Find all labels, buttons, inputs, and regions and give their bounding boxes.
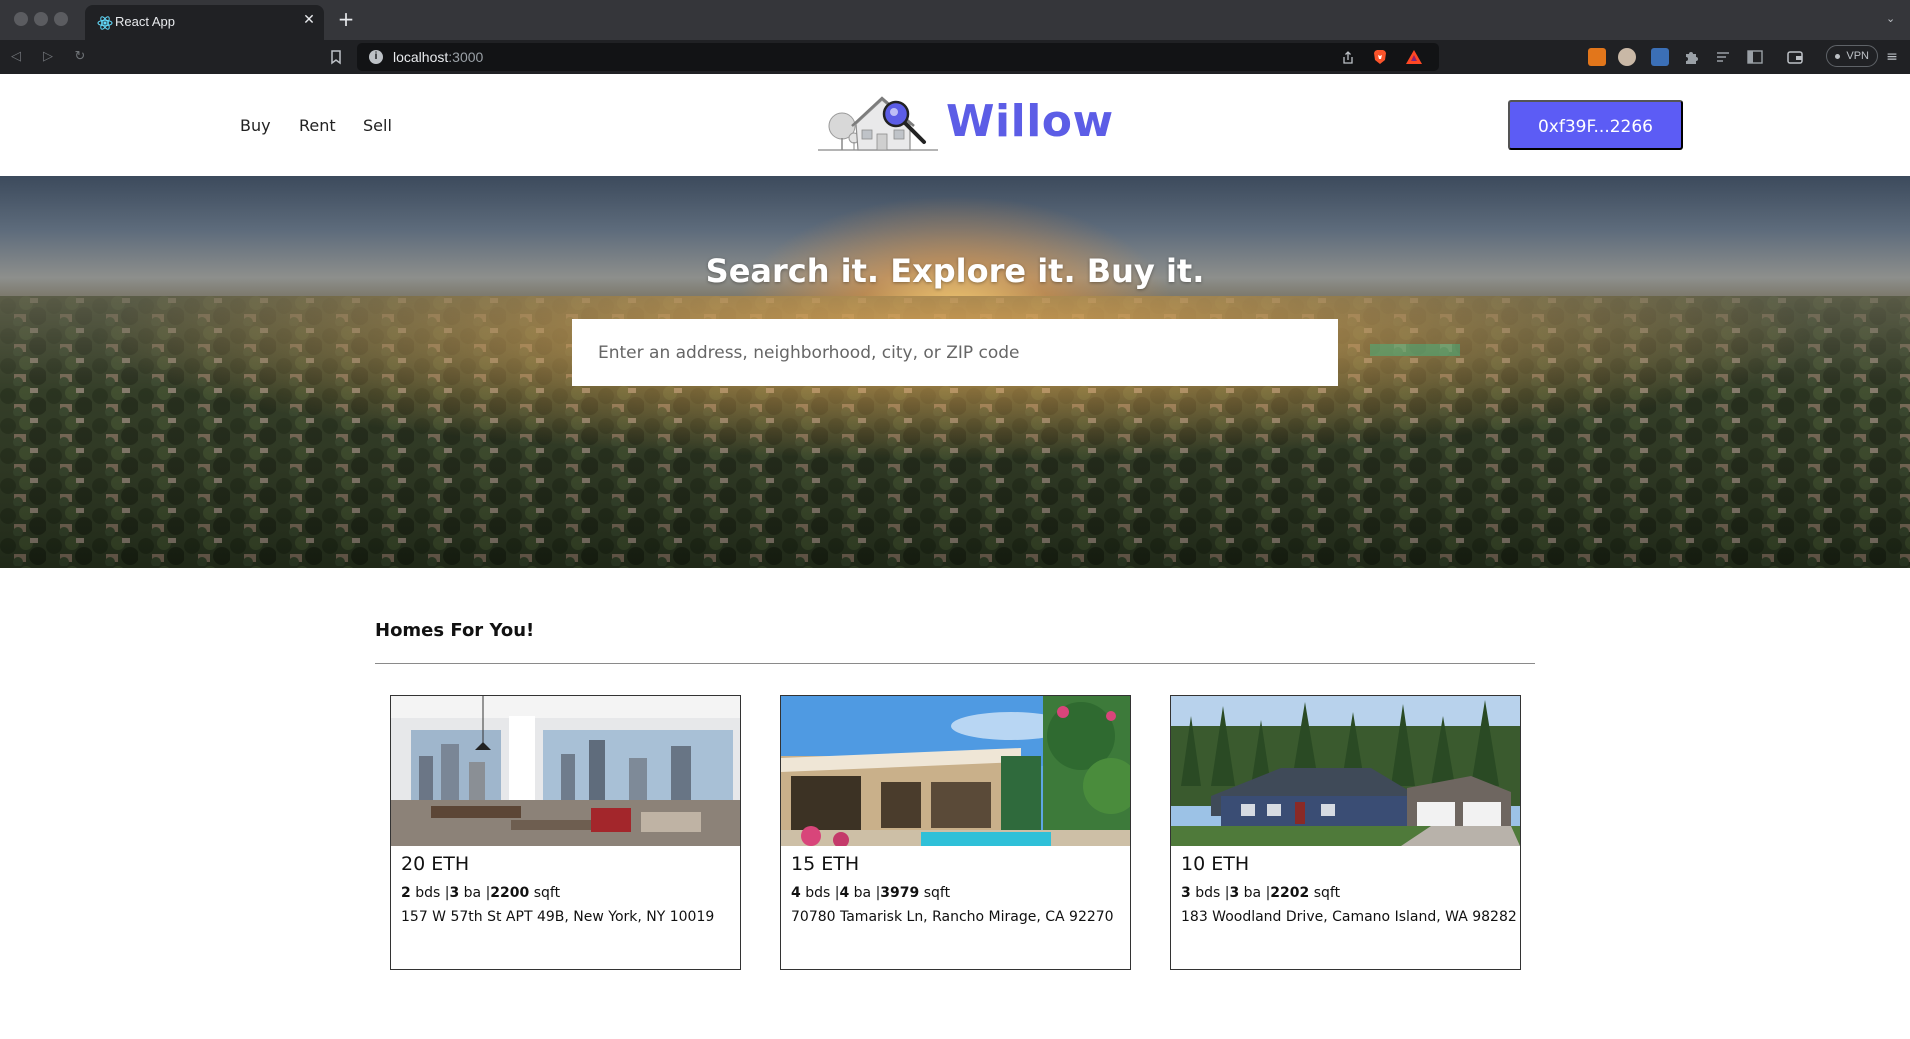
listing-photo-interior <box>391 696 740 846</box>
site-header: Buy Rent Sell Willow 0xf39F...2266 <box>0 74 1910 176</box>
window-minimize-control[interactable] <box>34 12 48 26</box>
address-bar[interactable]: i localhost:3000 <box>357 43 1439 71</box>
url-host: localhost <box>393 49 449 65</box>
beds-unit: bds <box>1195 885 1221 901</box>
listing-baths: 3 <box>1229 885 1240 901</box>
listing-address: 70780 Tamarisk Ln, Rancho Mirage, CA 922… <box>791 909 1114 925</box>
listing-price: 20 ETH <box>401 853 470 875</box>
window-close-control[interactable] <box>14 12 28 26</box>
vpn-status-dot <box>1835 54 1840 59</box>
nav-link-rent[interactable]: Rent <box>299 116 336 135</box>
sqft-unit: sqft <box>533 885 561 901</box>
willow-logo-house-icon[interactable] <box>818 90 938 166</box>
section-divider <box>375 663 1535 664</box>
url-port: :3000 <box>448 49 484 65</box>
brave-rewards-icon[interactable] <box>1405 49 1423 65</box>
tab-title: React App <box>115 14 175 29</box>
share-icon[interactable] <box>1341 50 1355 64</box>
listings-heading: Homes For You! <box>375 620 535 641</box>
listing-price: 10 ETH <box>1181 853 1250 875</box>
playlist-icon[interactable] <box>1714 48 1732 66</box>
nav-link-sell[interactable]: Sell <box>363 116 392 135</box>
listing-beds: 2 <box>401 885 411 901</box>
tab-close-icon[interactable]: ✕ <box>300 11 318 29</box>
search-input[interactable] <box>572 319 1338 386</box>
listing-photo-woodland-house <box>1171 696 1520 846</box>
listing-beds: 3 <box>1181 885 1191 901</box>
tab-search-chevron-icon[interactable]: ⌄ <box>1886 12 1900 26</box>
address-bar-url: localhost:3000 <box>393 49 483 65</box>
listing-address: 183 Woodland Drive, Camano Island, WA 98… <box>1181 909 1517 925</box>
baths-unit: ba <box>463 885 482 901</box>
hero-banner: Search it. Explore it. Buy it. <box>0 176 1910 568</box>
wallet-icon[interactable] <box>1786 48 1804 66</box>
listing-stats: 4 bds |4 ba |3979 sqft <box>791 885 951 901</box>
sidebar-icon[interactable] <box>1746 48 1764 66</box>
baths-unit: ba <box>853 885 872 901</box>
listing-card[interactable]: 10 ETH 3 bds |3 ba |2202 sqft 183 Woodla… <box>1170 695 1521 970</box>
listing-card[interactable]: 15 ETH 4 bds |4 ba |3979 sqft 70780 Tama… <box>780 695 1131 970</box>
beds-unit: bds <box>415 885 441 901</box>
listing-photo-pool-house <box>781 696 1130 846</box>
extension-badge-icon[interactable] <box>1651 48 1669 66</box>
connect-wallet-button[interactable]: 0xf39F...2266 <box>1508 100 1683 150</box>
listing-baths: 4 <box>839 885 850 901</box>
vpn-button[interactable]: VPN <box>1826 45 1878 67</box>
sqft-unit: sqft <box>1313 885 1341 901</box>
baths-unit: ba <box>1243 885 1262 901</box>
window-zoom-control[interactable] <box>54 12 68 26</box>
reload-icon[interactable]: ↻ <box>70 47 90 67</box>
listing-card[interactable]: 20 ETH 2 bds |3 ba |2200 sqft 157 W 57th… <box>390 695 741 970</box>
brave-shields-icon[interactable] <box>1371 48 1389 66</box>
extension-owl-icon[interactable] <box>1618 48 1636 66</box>
beds-unit: bds <box>805 885 831 901</box>
listing-sqft: 3979 <box>880 885 920 901</box>
hero-title: Search it. Explore it. Buy it. <box>705 252 1205 290</box>
nav-link-buy[interactable]: Buy <box>240 116 271 135</box>
listing-sqft: 2200 <box>490 885 530 901</box>
listing-stats: 2 bds |3 ba |2200 sqft <box>401 885 561 901</box>
logo-wordmark[interactable]: Willow <box>946 96 1114 147</box>
listing-address: 157 W 57th St APT 49B, New York, NY 1001… <box>401 909 715 925</box>
listing-beds: 4 <box>791 885 801 901</box>
vpn-label: VPN <box>1846 50 1869 62</box>
new-tab-icon[interactable]: + <box>336 9 356 29</box>
react-favicon-icon <box>97 15 113 31</box>
back-icon[interactable]: ◁ <box>6 47 26 67</box>
sqft-unit: sqft <box>923 885 951 901</box>
browser-tab-active[interactable]: React App ✕ <box>85 5 324 40</box>
forward-icon[interactable]: ▷ <box>38 47 58 67</box>
browser-toolbar: ◁ ▷ ↻ i localhost:3000 VPN ≡ <box>0 40 1910 74</box>
extensions-puzzle-icon[interactable] <box>1682 48 1700 66</box>
listing-price: 15 ETH <box>791 853 860 875</box>
listing-stats: 3 bds |3 ba |2202 sqft <box>1181 885 1341 901</box>
metamask-extension-icon[interactable] <box>1588 48 1606 66</box>
browser-tab-strip: React App ✕ + ⌄ <box>0 0 1910 40</box>
listing-baths: 3 <box>449 885 460 901</box>
bookmark-icon[interactable] <box>326 47 346 67</box>
listing-sqft: 2202 <box>1270 885 1310 901</box>
site-info-icon[interactable]: i <box>369 50 383 64</box>
hamburger-menu-icon[interactable]: ≡ <box>1884 48 1900 66</box>
